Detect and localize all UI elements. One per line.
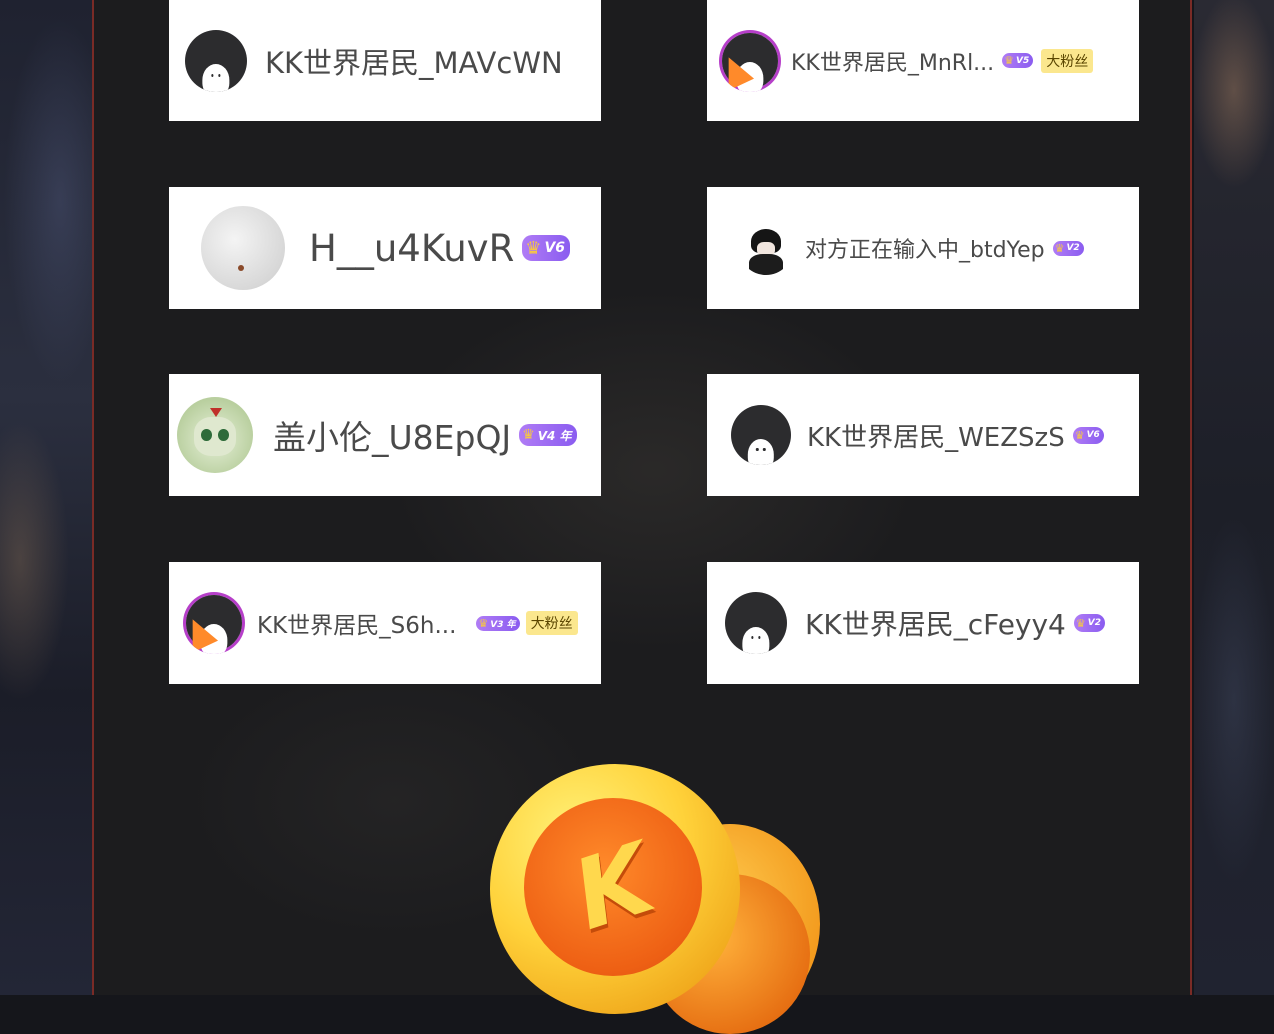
crown-icon: ♛ [1054,241,1065,255]
party-avatar-icon [719,29,781,92]
default-avatar-icon [185,29,247,92]
crown-icon: ♛ [1074,428,1085,442]
user-name: KK世界居民_WEZSzS [807,422,1065,453]
default-avatar-icon [725,592,787,654]
user-name: H__u4KuvR [309,226,515,270]
crown-icon: ♛ [478,616,489,630]
user-card[interactable]: 盖小伦_U8EpQJ ♛ V4 年 [169,374,601,496]
anime-boy-avatar-icon [739,221,793,275]
user-card[interactable]: KK世界居民_WEZSzS ♛ V6 [707,374,1139,496]
user-name: KK世界居民_MAVcWN [265,45,563,80]
photo-avatar-icon [201,206,285,290]
user-name: 对方正在输入中_btdYep [805,238,1045,263]
kk-coin-icon: K [490,764,820,1034]
fan-badge: 大粉丝 [525,611,578,635]
user-card[interactable]: H__u4KuvR ♛ V6 [169,187,601,309]
background-right [1194,0,1274,995]
user-name: KK世界居民_cFeyy4 [805,608,1066,641]
user-card[interactable]: KK世界居民_cFeyy4 ♛ V2 [707,562,1139,684]
fan-badge: 大粉丝 [1041,48,1094,73]
user-name: 盖小伦_U8EpQJ [273,418,512,457]
cartoon-avatar-icon [177,397,253,473]
vip-badge: ♛ V2 [1073,614,1105,632]
crown-icon: ♛ [1004,54,1015,67]
user-card[interactable]: 对方正在输入中_btdYep ♛ V2 [707,187,1139,309]
vip-badge: ♛ V3 年 [476,615,520,631]
party-avatar-icon [183,592,245,654]
crown-icon: ♛ [522,427,535,443]
vip-badge: ♛ V6 [522,235,571,261]
user-card[interactable]: KK世界居民_MAVcWN [169,0,601,121]
crown-icon: ♛ [1075,616,1086,630]
user-name: KK世界居民_MnRl... [791,50,995,76]
coin-letter: K [560,822,666,952]
vip-badge: ♛ V4 年 [519,424,577,446]
vip-badge: ♛ V6 [1072,426,1104,444]
user-card[interactable]: KK世界居民_MnRl... ♛ V5 大粉丝 [707,0,1139,121]
vip-badge: ♛ V5 [1002,53,1034,68]
crown-icon: ♛ [525,237,542,259]
vip-badge: ♛ V2 [1052,240,1084,256]
default-avatar-icon [731,405,791,465]
user-name: KK世界居民_S6h... [257,613,457,639]
user-card[interactable]: KK世界居民_S6h... ♛ V3 年 大粉丝 [169,562,601,684]
background-left [0,0,92,995]
